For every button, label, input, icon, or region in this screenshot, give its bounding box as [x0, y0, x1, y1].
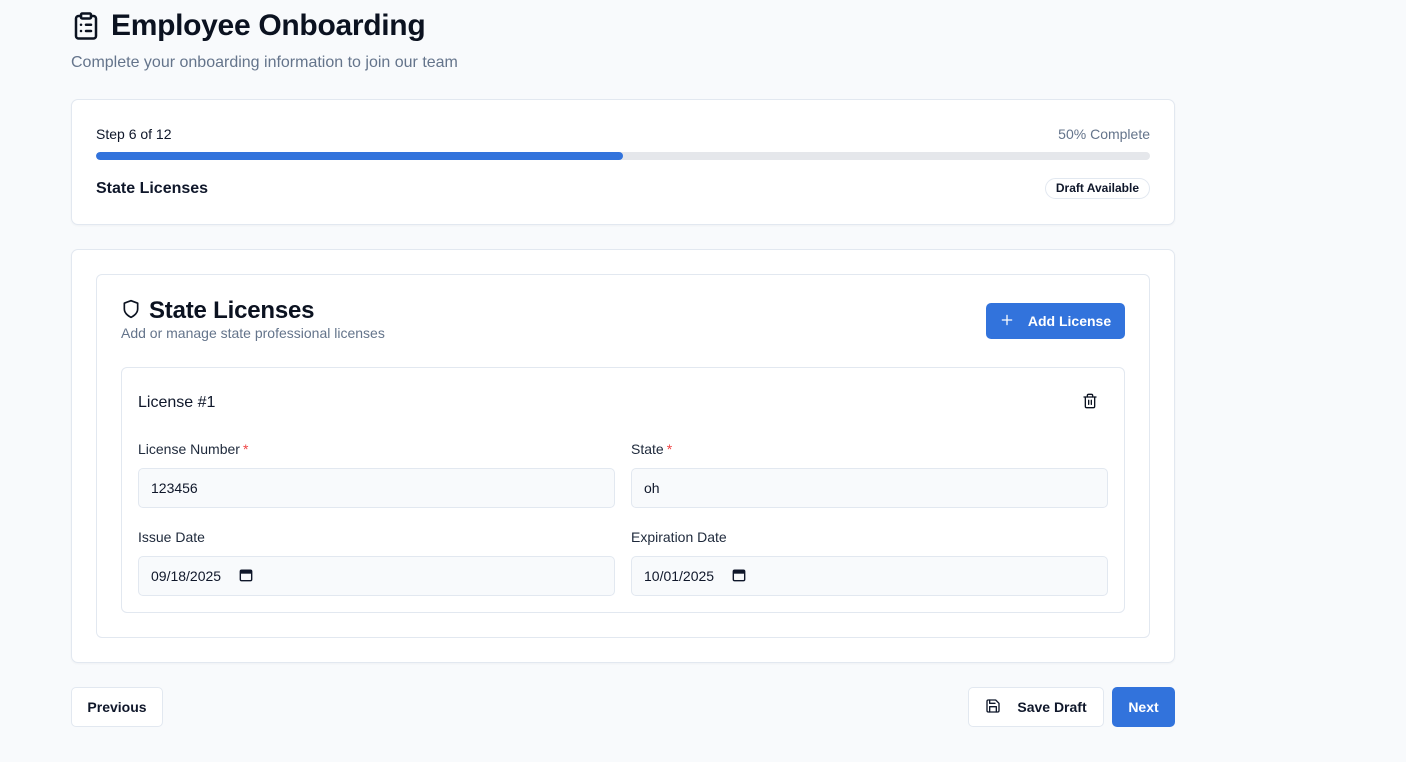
- previous-button[interactable]: Previous: [71, 687, 163, 727]
- step-indicator: Step 6 of 12: [96, 126, 172, 142]
- issue-date-value: 09/18/2025: [151, 568, 222, 584]
- status-badge: Draft Available: [1044, 178, 1150, 199]
- plus-icon: [1000, 313, 1014, 330]
- license-number-input[interactable]: 123456: [138, 468, 615, 508]
- license-number-label-text: License Number: [138, 441, 240, 457]
- page-title: Employee Onboarding: [111, 9, 426, 42]
- state-input[interactable]: oh: [631, 468, 1108, 508]
- expiration-date-label: Expiration Date: [631, 529, 727, 545]
- state-value: oh: [644, 480, 660, 496]
- page-subtitle: Complete your onboarding information to …: [71, 54, 458, 71]
- section-heading: State Licenses: [121, 297, 314, 325]
- calendar-icon[interactable]: [239, 568, 253, 585]
- progress-bar-fill: [96, 152, 623, 160]
- title-row: Employee Onboarding: [71, 8, 458, 44]
- add-license-button[interactable]: Add License: [986, 303, 1125, 339]
- percent-complete: 50% Complete: [1058, 126, 1150, 142]
- clipboard-list-icon: [71, 10, 101, 42]
- progress-card: Step 6 of 12 50% Complete State Licenses…: [71, 99, 1175, 225]
- required-marker: *: [666, 441, 673, 457]
- license-number-value: 123456: [151, 480, 198, 496]
- issue-date-input[interactable]: 09/18/2025: [138, 556, 615, 596]
- page-header: Employee Onboarding Complete your onboar…: [71, 8, 458, 72]
- licenses-section: State Licenses Add or manage state profe…: [96, 274, 1150, 638]
- next-button[interactable]: Next: [1112, 687, 1175, 727]
- issue-date-label: Issue Date: [138, 529, 205, 545]
- license-number-label: License Number *: [138, 441, 248, 457]
- state-label: State *: [631, 441, 672, 457]
- expiration-date-input[interactable]: 10/01/2025: [631, 556, 1108, 596]
- save-draft-button[interactable]: Save Draft: [968, 687, 1104, 727]
- current-section-name: State Licenses: [96, 180, 209, 197]
- previous-label: Previous: [87, 699, 147, 715]
- license-entry: License #1 License Number * 123456 State *…: [121, 367, 1125, 613]
- form-card: State Licenses Add or manage state profe…: [71, 249, 1175, 663]
- save-draft-label: Save Draft: [1017, 699, 1087, 715]
- section-title: State Licenses: [149, 297, 315, 324]
- expiration-date-value: 10/01/2025: [644, 568, 715, 584]
- trash-icon[interactable]: [1082, 393, 1098, 414]
- required-marker: *: [242, 441, 249, 457]
- shield-icon: [121, 299, 141, 324]
- progress-bar: [96, 152, 1150, 160]
- calendar-icon[interactable]: [732, 568, 746, 585]
- save-icon: [985, 698, 1001, 717]
- section-description: Add or manage state professional license…: [121, 325, 385, 341]
- license-title: License #1: [138, 394, 216, 411]
- next-label: Next: [1128, 699, 1159, 715]
- add-license-label: Add License: [1027, 313, 1112, 329]
- state-label-text: State: [631, 441, 664, 457]
